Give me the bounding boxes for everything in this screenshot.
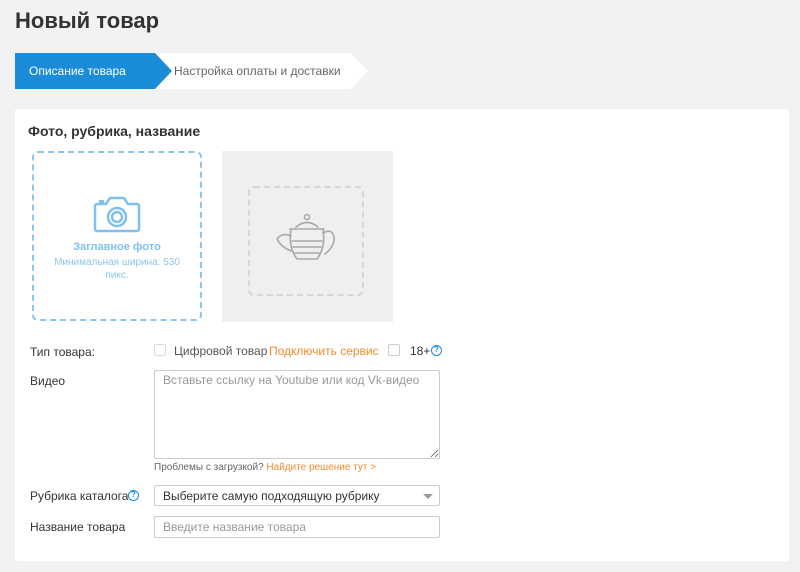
main-photo-upload[interactable]: Заглавное фото Минимальная ширина: 530 п… [32, 151, 202, 321]
product-name-input[interactable] [154, 516, 440, 538]
camera-icon [93, 196, 141, 233]
adult-content-label: 18+ [410, 344, 431, 358]
category-label: Рубрика каталога [30, 489, 129, 503]
video-label: Видео [30, 374, 66, 388]
product-name-label: Название товара [30, 520, 126, 534]
category-select[interactable]: Выберите самую подходящую рубрику [154, 485, 440, 506]
category-help-icon[interactable]: ? [128, 490, 139, 501]
step-payment-delivery[interactable]: Настройка оплаты и доставки [155, 53, 368, 89]
section-title: Фото, рубрика, название [28, 123, 201, 139]
product-type-label: Тип товара: [30, 345, 95, 359]
digital-product-checkbox[interactable] [154, 344, 166, 356]
adult-help-icon[interactable]: ? [431, 345, 442, 356]
photo-placeholder-slot[interactable] [222, 151, 393, 322]
photo-min-width-hint: Минимальная ширина: 530 пикс. [54, 257, 180, 281]
video-upload-hint: Проблемы с загрузкой? Найдите решение ту… [154, 462, 376, 473]
photo-placeholder-frame [248, 186, 364, 296]
video-solution-link[interactable]: Найдите решение тут > [266, 462, 376, 473]
category-selected-value: Выберите самую подходящую рубрику [163, 489, 380, 503]
digital-product-label: Цифровой товар [174, 344, 268, 358]
connect-service-link[interactable]: Подключить сервис [269, 344, 379, 358]
chevron-down-icon [423, 494, 433, 499]
teapot-icon [276, 213, 335, 260]
photo-title: Заглавное фото [73, 241, 161, 253]
video-problem-text: Проблемы с загрузкой? [154, 462, 264, 473]
page-title: Новый товар [15, 8, 160, 33]
adult-content-checkbox[interactable] [388, 344, 400, 356]
product-form-card: Фото, рубрика, название Заглавное фото М… [15, 109, 789, 561]
step-description[interactable]: Описание товара [15, 53, 172, 89]
video-link-input[interactable] [154, 370, 440, 459]
